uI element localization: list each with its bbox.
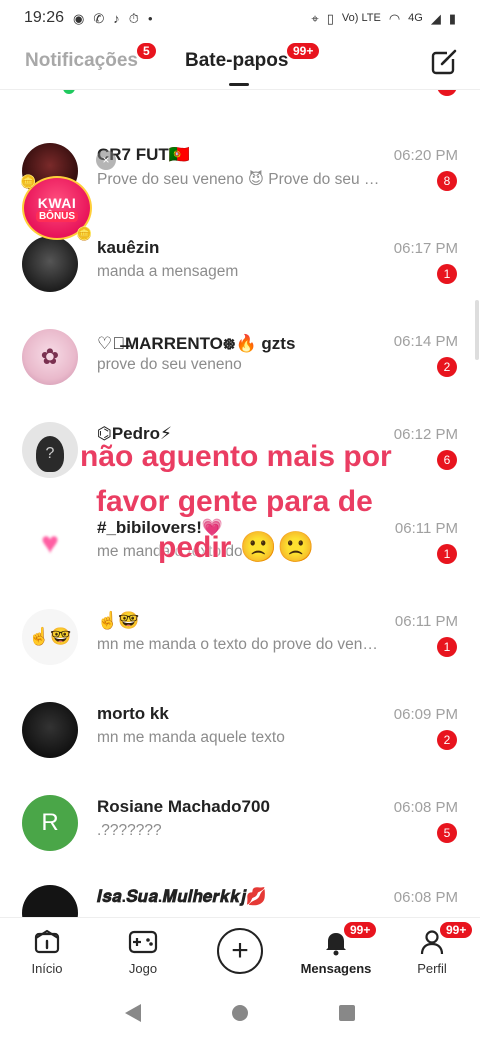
unread-badge-partial <box>437 90 457 96</box>
record-icon: ◉ <box>73 10 85 26</box>
chat-time: 06:08 PM <box>393 889 458 906</box>
bottom-navigation: Início Jogo + Mensagens 99+ Perfil 99+ <box>0 917 480 985</box>
chat-time: 06:11 PM <box>394 613 458 630</box>
nav-item-home[interactable]: Início <box>7 926 87 976</box>
online-indicator <box>63 90 75 94</box>
timer-icon: ⏱ <box>128 10 139 26</box>
unread-badge: 2 <box>437 357 457 377</box>
avatar: ? <box>22 422 78 478</box>
chat-row[interactable]: ♥ #_bibilovers!💗 me manda o texto do pro… <box>0 508 480 600</box>
whatsapp-icon: ✆ <box>93 10 105 26</box>
battery-icon: ▮ <box>448 10 456 26</box>
kwai-subtitle: BÔNUS <box>35 210 79 222</box>
avatar <box>22 885 78 917</box>
coin-icon: 🪙 <box>76 226 93 241</box>
status-bar: 19:26 ◉ ✆ ♪ ⏱ • ⌖ ▯ Vo) LTE ◠ 4G ◢ ▮ <box>0 0 480 36</box>
avatar: ✿ <box>22 329 78 385</box>
unread-badge: 1 <box>437 544 457 564</box>
notifications-badge: 5 <box>135 41 158 61</box>
network-label: Vo) LTE <box>341 12 381 24</box>
profile-badge: 99+ <box>438 920 475 940</box>
chat-time: 06:17 PM <box>393 240 458 257</box>
kwai-title: KWAI <box>37 194 77 211</box>
chat-preview: .??????? <box>97 822 162 839</box>
chat-name: ⌬Pedro⚡ <box>97 424 172 443</box>
coin-icon: 🪙 <box>20 174 37 189</box>
chat-row[interactable]: ✿ ♡᪥̶MARRENTO᪥🔥 gzts prove do seu veneno… <box>0 321 480 413</box>
unread-badge: 1 <box>437 264 457 284</box>
tab-notifications[interactable]: Notificações <box>25 50 138 72</box>
home-icon <box>31 926 63 958</box>
chat-name: Rosiane Machado700 <box>97 797 270 816</box>
home-button-icon[interactable] <box>231 1004 248 1021</box>
chat-preview: mn me manda o texto do prove do veneno <box>97 636 382 653</box>
close-icon[interactable]: × <box>96 150 116 170</box>
chat-row[interactable]: ? ⌬Pedro⚡ 06:12 PM 6 <box>0 414 480 506</box>
chat-row[interactable]: R Rosiane Machado700 .??????? 06:08 PM 5 <box>0 787 480 879</box>
chat-row[interactable]: 𝑰𝒔𝒂.𝑺𝒖𝒂.𝑴𝒖𝒍𝒉𝒆𝒓𝒌𝒌𝒋💋 06:08 PM <box>0 877 480 917</box>
messages-badge: 99+ <box>342 920 379 940</box>
system-navigation-bar <box>0 985 480 1040</box>
unread-badge: 1 <box>437 637 457 657</box>
chat-preview: Prove do seu veneno 😈 Prove do seu venen… <box>97 171 382 188</box>
unread-badge: 2 <box>437 730 457 750</box>
unread-badge: 8 <box>437 171 457 191</box>
nav-label: Início <box>31 961 63 976</box>
chat-time: 06:09 PM <box>393 706 458 723</box>
signal-label: 4G <box>408 12 423 24</box>
avatar: R <box>22 795 78 851</box>
compose-icon[interactable] <box>430 48 458 76</box>
header-tabs: Notificações 5 Bate-papos 99+ <box>0 36 480 90</box>
chat-name: morto kk <box>97 704 169 723</box>
scrollbar[interactable] <box>475 300 479 360</box>
status-right: ⌖ ▯ Vo) LTE ◠ 4G ◢ ▮ <box>311 12 456 25</box>
gamepad-icon <box>127 926 159 958</box>
recent-apps-icon[interactable] <box>338 1004 355 1021</box>
nav-label: Mensagens <box>300 961 372 976</box>
chat-row[interactable]: morto kk mn me manda aquele texto 06:09 … <box>0 694 480 786</box>
chat-time: 06:11 PM <box>394 520 458 537</box>
unread-badge: 5 <box>437 823 457 843</box>
active-tab-indicator <box>229 83 249 86</box>
tab-chats[interactable]: Bate-papos <box>185 50 288 72</box>
avatar <box>22 236 78 292</box>
back-icon[interactable] <box>125 1003 142 1022</box>
unread-badge: 6 <box>437 450 457 470</box>
chat-name: #_bibilovers!💗 <box>97 518 224 537</box>
vibrate-icon: ▯ <box>326 10 334 26</box>
avatar: ♥ <box>22 516 78 572</box>
heart-icon: ♥ <box>41 527 59 560</box>
chat-preview: manda a mensagem <box>97 263 239 280</box>
avatar: ☝️🤓 <box>22 609 78 665</box>
chat-name: kauêzin <box>97 238 160 257</box>
tiktok-icon: ♪ <box>113 10 120 26</box>
wifi-icon: ◠ <box>388 10 401 26</box>
nav-label: Perfil <box>417 961 447 976</box>
nav-label: Jogo <box>128 961 158 976</box>
chat-time: 06:20 PM <box>393 147 458 164</box>
chat-time: 06:12 PM <box>393 426 458 443</box>
chat-row[interactable]: ☝️🤓 ☝️🤓 mn me manda o texto do prove do … <box>0 601 480 693</box>
chat-row-partial[interactable] <box>0 90 480 102</box>
chat-preview: me manda o texto do pro <box>97 543 270 560</box>
signal-icon: ◢ <box>430 10 441 26</box>
chat-time: 06:14 PM <box>393 333 458 350</box>
avatar <box>22 702 78 758</box>
avatar-silhouette: ? <box>36 436 64 472</box>
kwai-bonus-bubble[interactable]: KWAI BÔNUS 🪙 🪙 × <box>18 150 116 244</box>
status-time: 19:26 <box>24 9 65 26</box>
chat-preview: prove do seu veneno <box>97 356 242 373</box>
chat-time: 06:08 PM <box>393 799 458 816</box>
chat-name: 𝑰𝒔𝒂.𝑺𝒖𝒂.𝑴𝒖𝒍𝒉𝒆𝒓𝒌𝒌𝒋💋 <box>97 887 268 906</box>
chat-name: ☝️🤓 <box>97 611 140 630</box>
status-left: 19:26 ◉ ✆ ♪ ⏱ • <box>24 9 153 27</box>
chats-badge: 99+ <box>285 41 322 61</box>
dot-icon: • <box>147 10 153 26</box>
chat-preview: mn me manda aquele texto <box>97 729 285 746</box>
nav-item-game[interactable]: Jogo <box>103 926 183 976</box>
chat-name: ♡᪥̶MARRENTO᪥🔥 gzts <box>97 334 296 353</box>
plus-icon[interactable]: + <box>217 928 263 974</box>
location-icon: ⌖ <box>311 10 319 26</box>
